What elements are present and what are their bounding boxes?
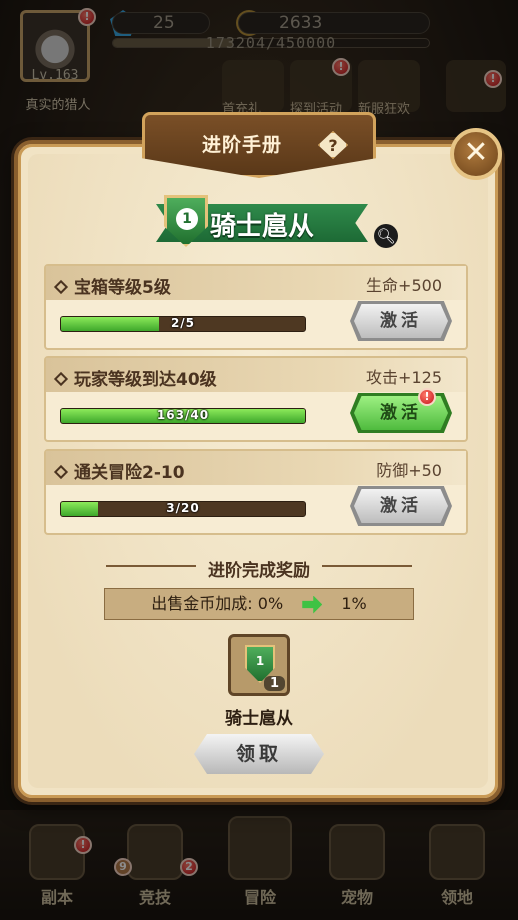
quest-progress-text: 163/40: [156, 408, 210, 422]
bonus-from: 0%: [257, 594, 284, 613]
quest-card: 宝箱等级5级 生命+500 2/5 激活: [44, 264, 468, 350]
bonus-to: 1%: [341, 594, 367, 613]
quest-progress-bar: 3/20: [60, 501, 306, 517]
quest-label-text: 宝箱等级5级: [74, 278, 171, 298]
diamond-bullet-icon: [53, 279, 69, 295]
reward-count: 1: [263, 676, 285, 691]
quest-progress-text: 3/20: [166, 501, 200, 515]
quest-label-text: 通关冒险2-10: [74, 463, 185, 483]
quest-progress-bar: 2/5: [60, 316, 306, 332]
magnifier-icon[interactable]: 🔍︎: [374, 224, 398, 248]
quest-label: 宝箱等级5级: [53, 273, 171, 298]
quest-label: 玩家等级到达40级: [53, 365, 217, 390]
reward-item[interactable]: 1 1: [228, 634, 290, 696]
quest-progress-bar: 163/40: [60, 408, 306, 424]
activate-button[interactable]: 激活: [354, 489, 448, 523]
modal-title: 进阶手册: [201, 134, 282, 156]
section-title: 进阶完成奖励: [208, 561, 310, 581]
quest-reward: 防御+50: [376, 461, 442, 480]
close-button[interactable]: ✕: [450, 128, 502, 180]
quest-reward: 生命+500: [366, 276, 442, 295]
quest-card: 通关冒险2-10 防御+50 3/20 激活: [44, 449, 468, 535]
quest-card: 玩家等级到达40级 攻击+125 163/40 激活 !: [44, 356, 468, 442]
activate-alert-dot: !: [418, 388, 436, 406]
bonus-label: 出售金币加成:: [151, 594, 253, 613]
activate-button[interactable]: 激活: [354, 304, 448, 338]
sell-bonus-box: 出售金币加成: 0% 1%: [104, 588, 414, 620]
claim-button[interactable]: 领取: [194, 734, 324, 774]
rank-number: 1: [176, 208, 198, 230]
diamond-bullet-icon: [53, 371, 69, 387]
quest-reward: 攻击+125: [366, 368, 442, 387]
quest-progress-text: 2/5: [170, 316, 196, 330]
rank-title: 骑士扈从: [210, 212, 315, 242]
diamond-bullet-icon: [53, 464, 69, 480]
reward-name: 骑士扈从: [225, 709, 293, 729]
quest-label: 通关冒险2-10: [53, 458, 185, 483]
quest-label-text: 玩家等级到达40级: [74, 370, 217, 390]
arrow-right-icon: [302, 595, 323, 614]
